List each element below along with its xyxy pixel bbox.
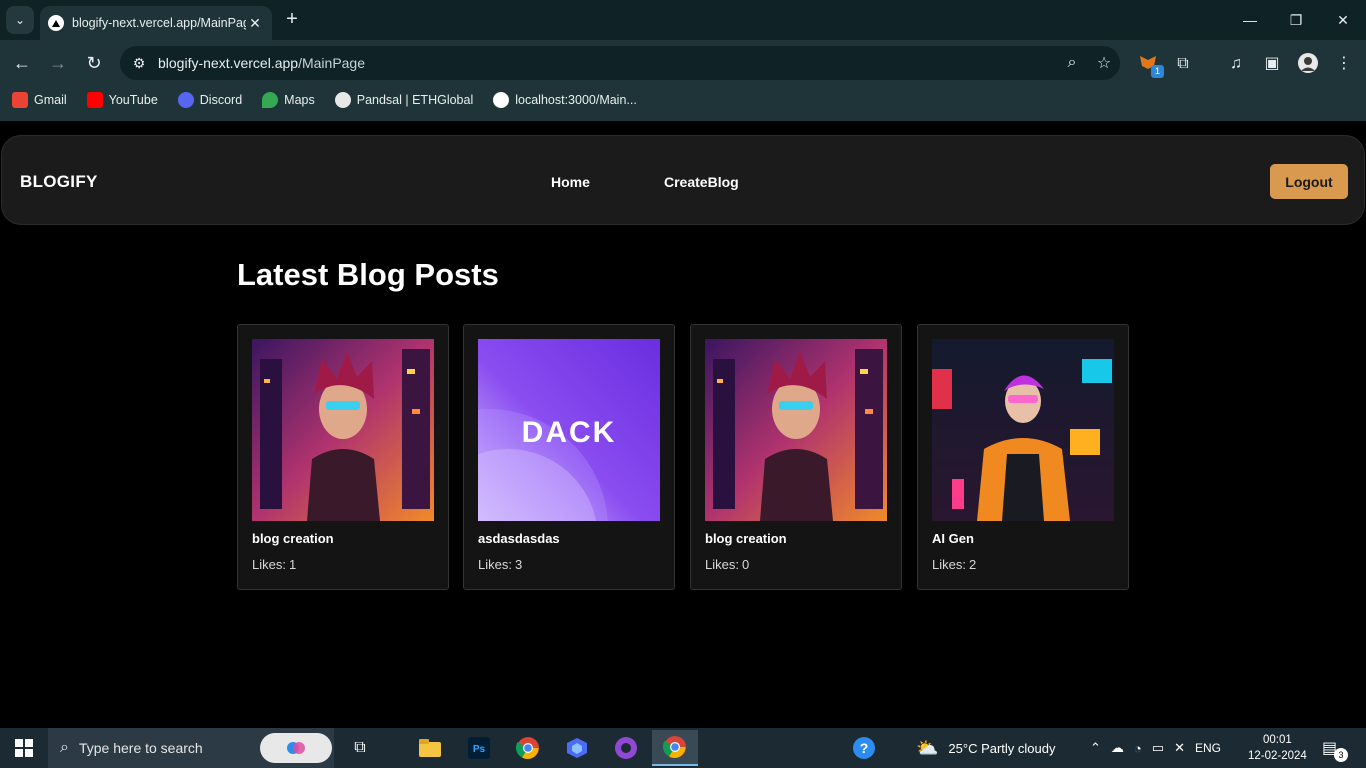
gmail-icon [12,92,28,108]
new-tab-button[interactable]: + [282,8,302,32]
post-title[interactable]: blog creation [705,531,787,546]
page-content: BLOGIFY Home CreateBlog Logout Latest Bl… [0,121,1366,728]
back-button[interactable]: ← [9,50,35,76]
bookmark-maps[interactable]: Maps [262,92,315,108]
discord-icon [177,92,194,108]
help-icon[interactable]: ? [848,732,880,764]
post-likes: Likes: 0 [705,557,750,572]
volume-muted-icon[interactable]: ✕ [1174,740,1185,756]
bookmark-youtube[interactable]: YouTube [86,92,158,108]
blog-card[interactable]: blog creation Likes: 0 [690,324,902,590]
bookmark-gmail[interactable]: Gmail [12,92,67,108]
minimize-button[interactable]: — [1238,8,1262,32]
metamask-extension-icon[interactable]: 1 [1136,52,1164,78]
bookmark-star-icon[interactable]: ☆ [1088,53,1120,73]
post-likes: Likes: 2 [932,557,977,572]
close-window-button[interactable]: ✕ [1331,8,1355,32]
clock[interactable]: 00:01 12-02-2024 [1248,728,1307,768]
svg-text:?: ? [860,740,869,756]
bookmarks-bar: Gmail YouTube Discord Maps Pandsal | ETH… [0,88,1366,112]
ethglobal-icon [334,92,351,108]
chevron-up-icon[interactable]: ⌃ [1090,740,1101,756]
nav-createblog-link[interactable]: CreateBlog [664,174,739,190]
bookmark-discord[interactable]: Discord [177,92,242,108]
blog-card[interactable]: AI Gen Likes: 2 [917,324,1129,590]
tab-active[interactable]: blogify-next.vercel.app/MainPage ✕ [40,6,272,40]
site-info-icon[interactable]: ⚙ [124,55,154,72]
url-text[interactable]: blogify-next.vercel.app/MainPage [158,55,1056,71]
bookmark-ethglobal[interactable]: Pandsal | ETHGlobal [334,92,473,108]
zoom-search-icon[interactable]: ⌕ [1056,54,1088,72]
post-title[interactable]: asdasdasdas [478,531,560,546]
photoshop-icon[interactable]: Ps [463,732,495,764]
wifi-icon[interactable]: ◔ [1134,741,1142,756]
onedrive-icon[interactable]: ☁ [1111,740,1124,756]
bookmark-localhost[interactable]: localhost:3000/Main... [493,92,637,108]
partly-cloudy-icon: ⛅ [916,737,939,758]
youtube-icon [86,92,103,108]
post-title[interactable]: blog creation [252,531,334,546]
app-navbar: BLOGIFY Home CreateBlog Logout [1,135,1365,225]
post-likes: Likes: 3 [478,557,523,572]
forward-button[interactable]: → [45,50,71,76]
nav-home-link[interactable]: Home [551,174,590,190]
post-image [932,339,1114,521]
page-title: Latest Blog Posts [237,257,499,292]
blog-card[interactable]: blog creation Likes: 1 [237,324,449,590]
taskbar-search[interactable]: ⌕ Type here to search [48,728,334,768]
chrome-menu-icon[interactable]: ⋮ [1332,52,1356,76]
battery-icon[interactable]: ▭ [1152,740,1164,756]
search-icon: ⌕ [60,739,69,756]
system-tray: ⌃ ☁ ◔ ▭ ✕ ENG [1090,728,1221,768]
windows-taskbar: ⌕ Type here to search ⧉ Ps ? ⛅ 25°C Part… [0,728,1366,768]
github-desktop-icon[interactable] [610,732,642,764]
post-likes: Likes: 1 [252,557,297,572]
logout-button[interactable]: Logout [1270,164,1348,199]
tab-search-button[interactable]: ⌄ [6,6,34,34]
side-panel-icon[interactable]: ▣ [1260,52,1284,76]
chrome-icon[interactable] [512,732,544,764]
language-indicator[interactable]: ENG [1195,741,1221,755]
address-bar[interactable]: ⚙ blogify-next.vercel.app/MainPage ⌕ ☆ [120,46,1120,80]
file-explorer-icon[interactable] [414,732,446,764]
azure-app-icon[interactable] [561,732,593,764]
vercel-favicon-icon [493,92,510,108]
profile-avatar[interactable] [1296,52,1320,76]
tab-title: blogify-next.vercel.app/MainPage [72,16,246,30]
blog-card[interactable]: DACK asdasdasdas Likes: 3 [463,324,675,590]
tab-close-icon[interactable]: ✕ [246,15,264,32]
brand-logo[interactable]: BLOGIFY [20,172,98,192]
weather-widget[interactable]: ⛅ 25°C Partly cloudy [916,728,1056,768]
post-image [705,339,887,521]
vercel-favicon-icon [48,15,64,31]
extensions-puzzle-icon[interactable]: ⧉ [1171,52,1195,76]
media-control-icon[interactable]: ♫ [1224,52,1248,76]
post-title[interactable]: AI Gen [932,531,974,546]
restore-button[interactable]: ❐ [1284,8,1308,32]
copilot-icon[interactable] [260,733,332,763]
notification-count: 3 [1334,748,1348,762]
post-image: DACK [478,339,660,521]
browser-chrome: ⌄ blogify-next.vercel.app/MainPage ✕ + —… [0,0,1366,121]
maps-pin-icon [262,92,279,108]
windows-start-icon[interactable] [8,732,40,764]
dack-logo-text: DACK [522,416,617,449]
chrome-active-icon[interactable] [652,730,698,766]
notification-center-icon[interactable]: ▤ 3 [1322,728,1348,768]
extension-badge: 1 [1151,65,1164,78]
svg-text:Ps: Ps [473,744,486,755]
task-view-icon[interactable]: ⧉ [344,732,376,764]
post-image [252,339,434,521]
tab-strip: ⌄ blogify-next.vercel.app/MainPage ✕ + —… [0,0,1366,40]
reload-button[interactable]: ↻ [81,50,107,76]
